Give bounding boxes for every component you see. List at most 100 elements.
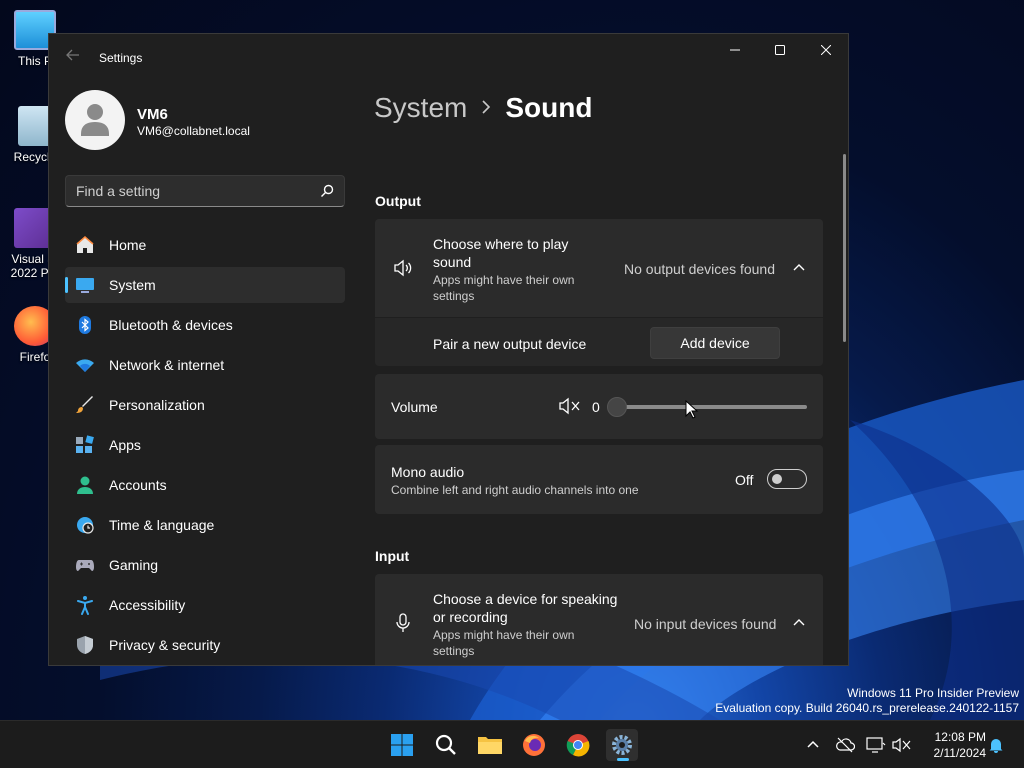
- add-device-button[interactable]: Add device: [650, 327, 780, 359]
- search-input[interactable]: [66, 176, 306, 206]
- maximize-icon: [775, 45, 785, 55]
- input-choose-desc: Apps might have their own settings: [433, 628, 575, 658]
- onedrive-tray-button[interactable]: [835, 735, 855, 755]
- input-status: No input devices found: [634, 616, 777, 632]
- close-button[interactable]: [803, 34, 848, 66]
- sidebar-item-network[interactable]: Network & internet: [65, 347, 345, 383]
- desktop-icon-label: This P: [17, 54, 52, 68]
- taskbar-search-button[interactable]: [430, 729, 462, 761]
- chevron-up-icon[interactable]: [793, 262, 805, 274]
- sidebar-item-label: Apps: [109, 437, 141, 453]
- sidebar-item-apps[interactable]: Apps: [65, 427, 345, 463]
- home-icon: [75, 235, 95, 255]
- mono-audio-desc: Combine left and right audio channels in…: [391, 483, 639, 497]
- bell-icon: [989, 739, 1003, 753]
- breadcrumb-parent[interactable]: System: [374, 92, 467, 124]
- firefox-taskbar-button[interactable]: [518, 729, 550, 761]
- accessibility-icon: [75, 595, 95, 615]
- cloud-offline-icon: [836, 737, 855, 753]
- search-icon: [435, 734, 456, 755]
- accounts-icon: [75, 475, 95, 495]
- output-choose-desc: Apps might have their own settings: [433, 273, 575, 303]
- mouse-cursor-icon: [685, 400, 699, 419]
- taskbar: 12:08 PM 2/11/2024: [0, 720, 1024, 768]
- input-device-card[interactable]: Choose a device for speaking or recordin…: [375, 574, 823, 665]
- profile-email: VM6@collabnet.local: [137, 124, 250, 138]
- sidebar-item-home[interactable]: Home: [65, 227, 345, 263]
- minimize-icon: [730, 49, 740, 51]
- gamepad-icon: [75, 555, 95, 575]
- search-icon[interactable]: [320, 184, 334, 198]
- title-bar: Settings: [49, 34, 848, 82]
- sidebar-item-bluetooth[interactable]: Bluetooth & devices: [65, 307, 345, 343]
- sidebar-item-label: Accounts: [109, 477, 167, 493]
- person-icon: [81, 104, 109, 136]
- network-monitor-icon: [866, 737, 886, 753]
- clock-date: 2/11/2024: [933, 746, 987, 760]
- shield-icon: [75, 635, 95, 655]
- watermark-line-2: Evaluation copy. Build 26040.rs_prerelea…: [715, 701, 1019, 715]
- chrome-icon: [566, 734, 590, 757]
- sidebar-item-privacy-security[interactable]: Privacy & security: [65, 627, 345, 663]
- globe-clock-icon: [75, 515, 95, 535]
- scrollbar[interactable]: [843, 154, 846, 342]
- apps-icon: [75, 435, 95, 455]
- sidebar-item-label: Accessibility: [109, 597, 186, 613]
- show-hidden-icons-button[interactable]: [803, 735, 823, 755]
- volume-tray-button[interactable]: [892, 735, 912, 755]
- output-heading: Output: [375, 193, 421, 209]
- gear-icon: [612, 735, 632, 755]
- sidebar-item-system[interactable]: System: [65, 267, 345, 303]
- pair-device-label: Pair a new output device: [433, 336, 587, 352]
- network-tray-button[interactable]: [866, 735, 886, 755]
- input-heading: Input: [375, 548, 410, 564]
- sidebar-item-label: Gaming: [109, 557, 159, 573]
- volume-card: Volume 0: [375, 374, 823, 439]
- folder-icon: [478, 737, 502, 754]
- sidebar-item-label: Network & internet: [109, 357, 225, 373]
- output-device-card[interactable]: Choose where to play sound Apps might ha…: [375, 219, 823, 317]
- sidebar-item-label: Home: [109, 237, 147, 253]
- active-app-indicator: [617, 758, 629, 761]
- chevron-up-icon[interactable]: [793, 617, 805, 629]
- sidebar-item-label: Privacy & security: [109, 637, 221, 653]
- mono-audio-title: Mono audio: [391, 464, 465, 480]
- firefox-icon: [523, 734, 545, 756]
- input-choose-title: Choose a device for speaking or recordin…: [433, 591, 618, 625]
- mono-audio-toggle[interactable]: [767, 469, 807, 489]
- search-box[interactable]: [65, 175, 345, 207]
- settings-taskbar-button[interactable]: [606, 729, 638, 761]
- taskbar-clock[interactable]: 12:08 PM 2/11/2024: [920, 729, 987, 761]
- sidebar-item-time-language[interactable]: Time & language: [65, 507, 345, 543]
- page-title: Sound: [505, 92, 593, 123]
- chrome-taskbar-button[interactable]: [562, 729, 594, 761]
- system-icon: [75, 275, 95, 295]
- windows-logo-icon: [391, 734, 413, 756]
- sidebar-item-accounts[interactable]: Accounts: [65, 467, 345, 503]
- start-button[interactable]: [386, 729, 418, 761]
- minimize-button[interactable]: [712, 34, 758, 66]
- sidebar-item-personalization[interactable]: Personalization: [65, 387, 345, 423]
- back-button[interactable]: [63, 48, 83, 68]
- volume-value: 0: [592, 399, 600, 415]
- maximize-button[interactable]: [757, 34, 803, 66]
- brush-icon: [75, 395, 95, 415]
- file-explorer-button[interactable]: [474, 729, 506, 761]
- sidebar-item-accessibility[interactable]: Accessibility: [65, 587, 345, 623]
- sidebar-item-label: Time & language: [109, 517, 215, 533]
- chevron-up-icon: [807, 740, 819, 748]
- speaker-mute-icon[interactable]: [559, 397, 581, 415]
- mono-audio-state: Off: [735, 472, 754, 488]
- sidebar-item-label: Bluetooth & devices: [109, 317, 233, 333]
- volume-slider-thumb[interactable]: [607, 397, 627, 417]
- output-choose-title: Choose where to play sound: [433, 236, 569, 270]
- notifications-button[interactable]: [986, 735, 1006, 755]
- desktop-icon-label: Firefo: [19, 350, 51, 364]
- recycle-bin-icon: [18, 106, 52, 146]
- sidebar-item-gaming[interactable]: Gaming: [65, 547, 345, 583]
- microphone-icon: [396, 613, 410, 632]
- volume-slider-track[interactable]: [617, 405, 807, 409]
- clock-time: 12:08 PM: [934, 730, 986, 744]
- chevron-right-icon: [481, 98, 491, 119]
- output-status: No output devices found: [624, 261, 775, 277]
